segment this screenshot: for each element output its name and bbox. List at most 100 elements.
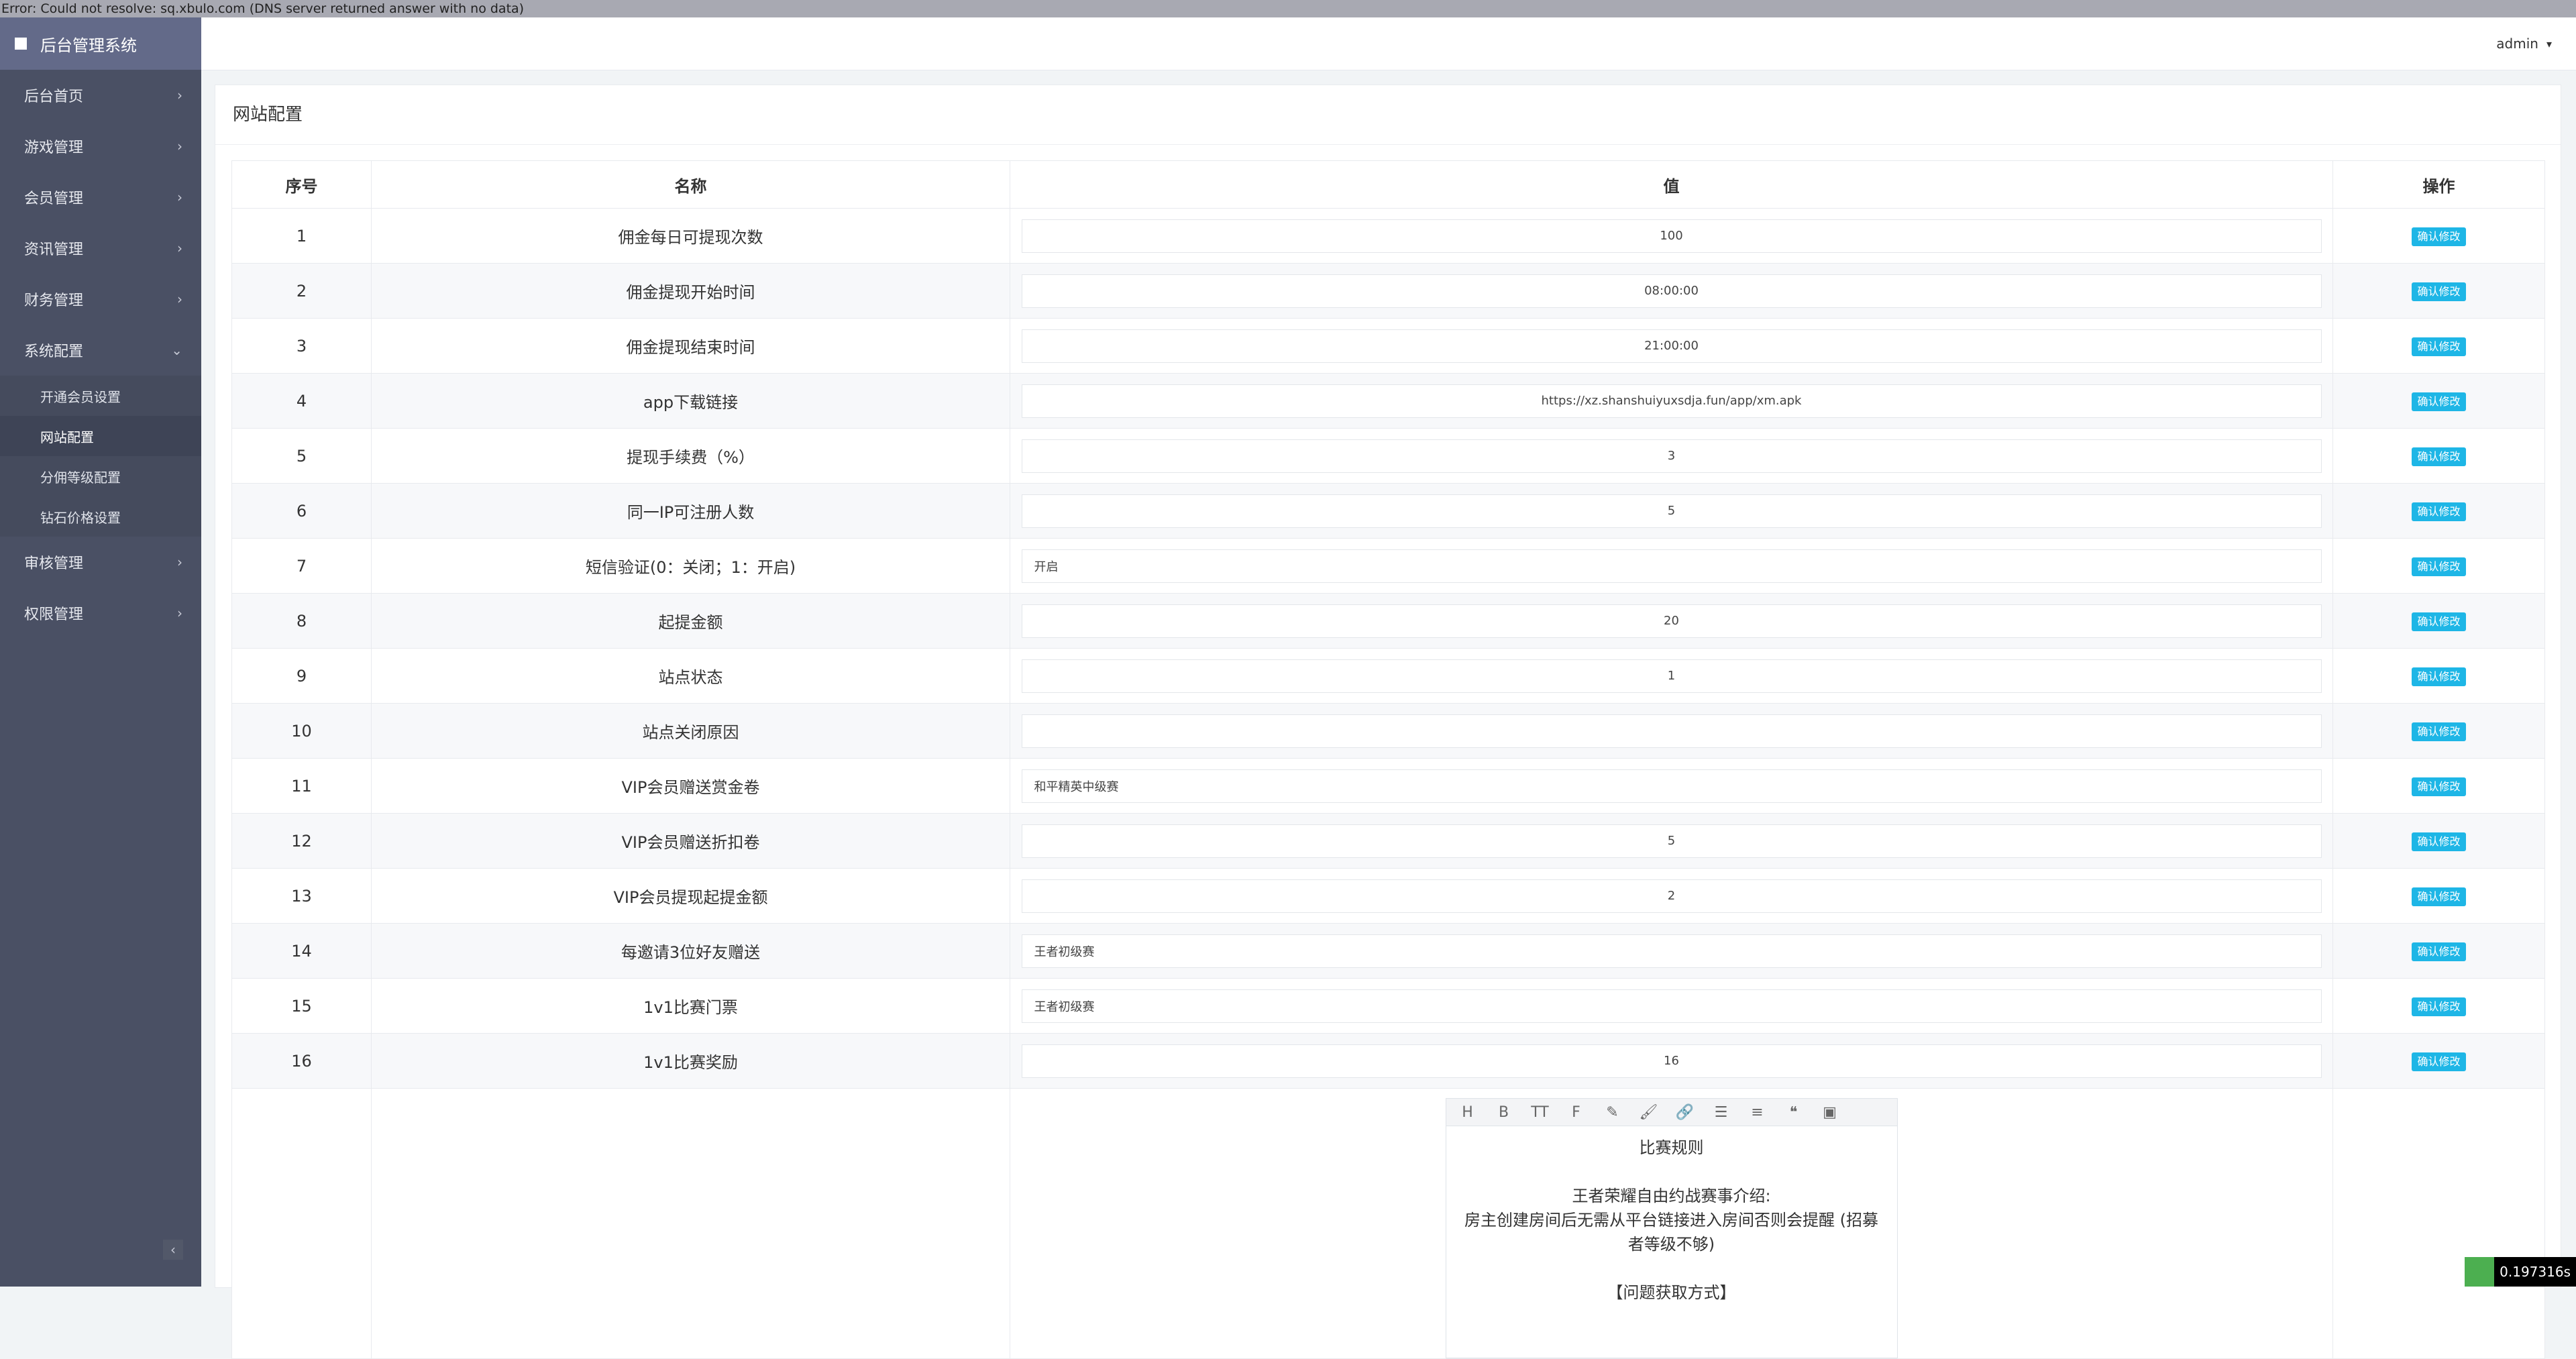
table-row: 13VIP会员提现起提金额 确认修改	[231, 868, 2545, 924]
value-input[interactable]	[1021, 439, 2322, 473]
render-timer: 0.197316s	[2465, 1257, 2576, 1287]
heading-icon[interactable]: H	[1458, 1104, 1477, 1121]
row-action-cell: 确认修改	[2332, 593, 2545, 649]
editor-line	[1457, 1256, 1886, 1281]
row-action-cell: 确认修改	[2332, 318, 2545, 374]
row-name	[371, 1088, 1010, 1359]
link-icon[interactable]: 🔗	[1676, 1104, 1695, 1121]
editor-line: 比赛规则	[1639, 1138, 1704, 1157]
brand[interactable]: 后台管理系统	[0, 17, 201, 70]
sidebar-submenu: 开通会员设置 网站配置 分佣等级配置 钻石价格设置	[0, 376, 201, 537]
row-action-cell: 确认修改	[2332, 538, 2545, 594]
row-value-cell	[1010, 978, 2333, 1034]
row-name: app下载链接	[371, 373, 1010, 429]
confirm-edit-button[interactable]: 确认修改	[2412, 997, 2466, 1016]
list-icon[interactable]: ☰	[1712, 1104, 1731, 1121]
confirm-edit-button[interactable]: 确认修改	[2412, 667, 2466, 686]
confirm-edit-button[interactable]: 确认修改	[2412, 887, 2466, 906]
confirm-edit-button[interactable]: 确认修改	[2412, 557, 2466, 576]
highlighter-icon[interactable]: ✎	[1603, 1104, 1622, 1121]
sidebar-item-permissions[interactable]: 权限管理 ›	[0, 588, 201, 639]
row-index: 5	[231, 428, 372, 484]
confirm-edit-button[interactable]: 确认修改	[2412, 502, 2466, 521]
confirm-edit-button[interactable]: 确认修改	[2412, 447, 2466, 466]
sidebar-item-finance[interactable]: 财务管理 ›	[0, 274, 201, 325]
row-index	[231, 1088, 372, 1359]
row-value-cell	[1010, 813, 2333, 869]
value-input[interactable]	[1021, 1044, 2322, 1078]
table-row: 12VIP会员赠送折扣卷 确认修改	[231, 813, 2545, 869]
value-input[interactable]	[1021, 219, 2322, 253]
font-icon[interactable]: F	[1567, 1104, 1586, 1121]
sidebar-subitem-member-settings[interactable]: 开通会员设置	[0, 376, 201, 416]
column-header-action: 操作	[2332, 160, 2545, 209]
sidebar-item-members[interactable]: 会员管理 ›	[0, 172, 201, 223]
column-header-index: 序号	[231, 160, 372, 209]
sidebar-subitem-commission-levels[interactable]: 分佣等级配置	[0, 456, 201, 496]
value-input[interactable]	[1021, 494, 2322, 528]
confirm-edit-button[interactable]: 确认修改	[2412, 227, 2466, 246]
table-row: 151v1比赛门票 确认修改	[231, 978, 2545, 1034]
row-index: 9	[231, 648, 372, 704]
sidebar-item-system-config[interactable]: 系统配置 ⌄	[0, 325, 201, 376]
image-icon[interactable]: ▣	[1821, 1104, 1839, 1121]
config-table: 序号 名称 值 操作 1佣金每日可提现次数确认修改2佣金提现开始时间确认修改3佣…	[231, 160, 2545, 1359]
brand-title: 后台管理系统	[40, 36, 137, 55]
user-menu[interactable]: admin ▾	[2496, 17, 2552, 70]
value-input[interactable]	[1021, 659, 2322, 693]
confirm-edit-button[interactable]: 确认修改	[2412, 392, 2466, 411]
value-input[interactable]	[1021, 879, 2322, 913]
row-index: 2	[231, 263, 372, 319]
value-input[interactable]	[1021, 824, 2322, 858]
sidebar-item-label: 资讯管理	[24, 241, 84, 258]
row-name: VIP会员赠送折扣卷	[371, 813, 1010, 869]
value-input[interactable]	[1021, 934, 2322, 968]
confirm-edit-button[interactable]: 确认修改	[2412, 612, 2466, 631]
value-input[interactable]	[1021, 329, 2322, 363]
row-index: 7	[231, 538, 372, 594]
row-value-cell	[1010, 373, 2333, 429]
quote-icon[interactable]: ❝	[1784, 1104, 1803, 1121]
value-input[interactable]	[1021, 274, 2322, 308]
confirm-edit-button[interactable]: 确认修改	[2412, 282, 2466, 301]
value-input[interactable]	[1021, 769, 2322, 803]
sidebar-subitem-diamond-price[interactable]: 钻石价格设置	[0, 496, 201, 537]
confirm-edit-button[interactable]: 确认修改	[2412, 1052, 2466, 1071]
value-input[interactable]	[1021, 384, 2322, 418]
value-input[interactable]	[1021, 989, 2322, 1023]
chevron-right-icon: ›	[177, 240, 182, 256]
align-icon[interactable]: ≡	[1748, 1104, 1767, 1121]
row-action-cell: 确认修改	[2332, 703, 2545, 759]
confirm-edit-button[interactable]: 确认修改	[2412, 777, 2466, 796]
sidebar-item-games[interactable]: 游戏管理 ›	[0, 121, 201, 172]
rich-text-editor[interactable]: H B TT F ✎ 🖌 🔗 ☰ ≡ ❝ ▣ 比赛规则 王者荣耀自由约战赛事介绍: 房主创建房间后无需从…	[1445, 1098, 1898, 1358]
row-action-cell: 确认修改	[2332, 483, 2545, 539]
sidebar-subitem-site-config[interactable]: 网站配置	[0, 416, 201, 456]
confirm-edit-button[interactable]: 确认修改	[2412, 337, 2466, 356]
sidebar-item-news[interactable]: 资讯管理 ›	[0, 223, 201, 274]
value-input[interactable]	[1021, 714, 2322, 748]
row-index: 6	[231, 483, 372, 539]
table-header-row: 序号 名称 值 操作	[231, 160, 2545, 209]
row-index: 15	[231, 978, 372, 1034]
editor-line: 【问题获取方式】	[1607, 1283, 1736, 1302]
table-row: H B TT F ✎ 🖌 🔗 ☰ ≡ ❝ ▣ 比赛规则 王者荣耀自由约战赛事介绍: 房主创建房间后无需从…	[231, 1088, 2545, 1359]
row-value-cell	[1010, 703, 2333, 759]
column-header-value: 值	[1010, 160, 2333, 209]
brush-icon[interactable]: 🖌	[1640, 1104, 1658, 1121]
sidebar-item-review[interactable]: 审核管理 ›	[0, 537, 201, 588]
config-panel: 网站配置 序号 名称 值 操作 1佣金每日可提现次数确认修改2佣金提现开始时间确…	[215, 85, 2561, 1359]
value-input[interactable]	[1021, 549, 2322, 583]
confirm-edit-button[interactable]: 确认修改	[2412, 942, 2466, 961]
row-index: 10	[231, 703, 372, 759]
username: admin	[2496, 36, 2538, 52]
bold-icon[interactable]: B	[1495, 1104, 1513, 1121]
row-index: 14	[231, 923, 372, 979]
sidebar-item-dashboard[interactable]: 后台首页 ›	[0, 70, 201, 121]
editor-content[interactable]: 比赛规则 王者荣耀自由约战赛事介绍: 房主创建房间后无需从平台链接进入房间否则会提…	[1446, 1126, 1897, 1314]
value-input[interactable]	[1021, 604, 2322, 638]
sidebar-collapse-button[interactable]: ‹	[163, 1240, 183, 1260]
text-size-icon[interactable]: TT	[1531, 1104, 1550, 1121]
confirm-edit-button[interactable]: 确认修改	[2412, 722, 2466, 741]
confirm-edit-button[interactable]: 确认修改	[2412, 832, 2466, 851]
